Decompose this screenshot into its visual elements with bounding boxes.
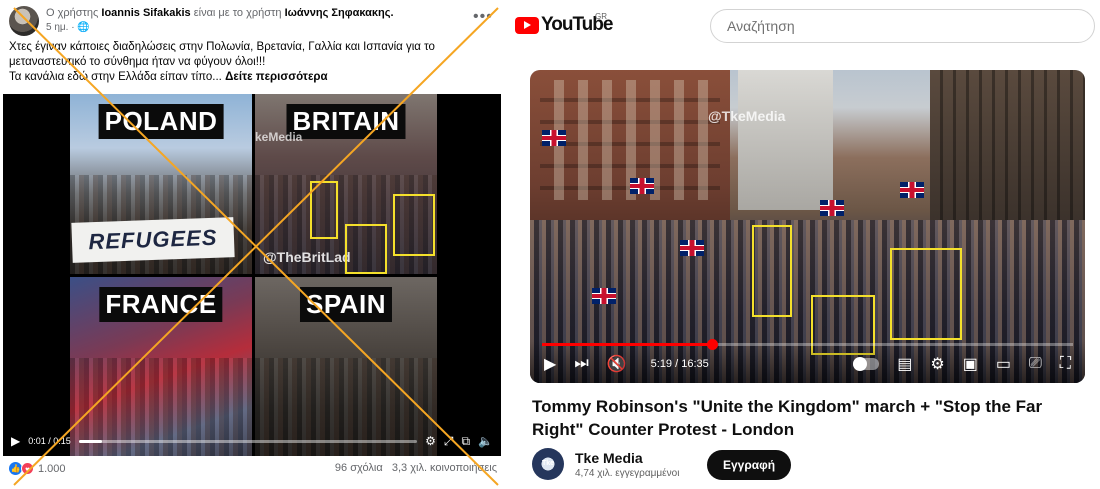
author-prefix: Ο χρήστης — [46, 7, 99, 19]
play-icon[interactable]: ▶ — [544, 354, 556, 374]
youtube-video-player[interactable]: @TkeMedia ▶ ⏭ 🔇 5:19 / 16:35 ▤ ⚙ ▣ ▭ ⎚ ⛶ — [530, 70, 1085, 383]
post-timestamp[interactable]: 5 ημ. · 🌐 — [46, 22, 90, 33]
quadrant-label-britain: BRITAIN — [286, 104, 406, 139]
video-title: Tommy Robinson's "Unite the Kingdom" mar… — [532, 397, 1043, 439]
video-watermark: @TkeMedia — [708, 108, 786, 124]
settings-gear-icon[interactable]: ⚙ — [930, 354, 944, 374]
love-reaction-icon: ♥ — [21, 462, 34, 475]
watermark-thebritlad: @TheBritLad — [263, 249, 351, 265]
subtitles-icon[interactable]: ▤ — [897, 354, 912, 374]
post-text-line: Χτες έγιναν κάποιες διαδηλώσεις στην Πολ… — [9, 41, 435, 53]
more-horizontal-icon[interactable]: ••• — [473, 8, 493, 26]
reactions-summary[interactable]: 👍 ♥ 1.000 — [9, 462, 66, 475]
video-progress-bar[interactable] — [78, 439, 418, 443]
reactions-count: 1.000 — [38, 462, 66, 475]
watermark-tkemedia: keMedia — [255, 130, 303, 144]
tagged-user-link[interactable]: Ιωάννης Σηφακακης. — [285, 7, 394, 19]
highlight-box — [310, 181, 338, 239]
fullscreen-icon[interactable]: ⤢ — [444, 434, 454, 449]
quadrant-label-poland: POLAND — [98, 104, 224, 139]
progress-scrubber-handle[interactable] — [707, 339, 719, 350]
cast-icon[interactable]: ⎚ — [1029, 355, 1042, 373]
channel-avatar[interactable]: Tke — [532, 448, 564, 480]
highlight-box — [345, 224, 387, 274]
theater-mode-icon[interactable]: ▭ — [996, 354, 1011, 374]
post-text-line: μεταναστευτικό το σύνθημα ήταν να φύγουν… — [9, 56, 266, 68]
post-footer: 👍 ♥ 1.000 96 σχόλια 3,3 χιλ. κοινοποιήσε… — [9, 462, 497, 478]
shares-count-link[interactable]: 3,3 χιλ. κοινοποιήσεις — [392, 462, 497, 474]
union-flag — [900, 182, 924, 198]
player-controls-row: ▶ ⏭ 🔇 5:19 / 16:35 ▤ ⚙ ▣ ▭ ⎚ ⛶ — [544, 353, 1071, 375]
post-stats: 96 σχόλια 3,3 χιλ. κοινοποιήσεις — [335, 462, 497, 474]
post-text: Χτες έγιναν κάποιες διαδηλώσεις στην Πολ… — [9, 40, 489, 85]
mute-icon[interactable]: 🔇 — [607, 354, 627, 374]
youtube-play-logo-icon — [515, 16, 539, 34]
subscribe-button[interactable]: Εγγραφή — [707, 450, 792, 480]
search-input[interactable] — [710, 9, 1095, 43]
highlight-box — [752, 225, 792, 317]
facebook-post: Ο χρήστης Ioannis Sifakakis είναι με το … — [0, 0, 505, 489]
subscriber-count: 4,74 χιλ. εγγεγραμμένοι — [575, 468, 680, 479]
with-text: είναι με το χρήστη — [193, 7, 282, 19]
comments-count-link[interactable]: 96 σχόλια — [335, 462, 383, 474]
region-code: GR — [595, 12, 607, 21]
comparison-screenshot: Ο χρήστης Ioannis Sifakakis είναι με το … — [0, 0, 1100, 489]
see-more-link[interactable]: Δείτε περισσότερα — [225, 71, 328, 83]
video-time: 0:01 / 0:15 — [28, 436, 71, 446]
volume-icon[interactable]: 🔈 — [478, 434, 493, 448]
union-flag — [680, 240, 704, 256]
union-flag — [542, 130, 566, 146]
fullscreen-icon[interactable]: ⛶ — [1060, 355, 1071, 373]
video-progress-bar[interactable] — [542, 339, 1073, 350]
quadrant-label-france: FRANCE — [99, 287, 223, 322]
facebook-video-controls: ▶ 0:01 / 0:15 ⚙ ⤢ ⧉ 🔈 — [3, 426, 501, 456]
video-time: 5:19 / 16:35 — [650, 358, 709, 370]
video-quadrant-poland: POLAND REFUGEES — [70, 94, 252, 274]
author-avatar[interactable] — [9, 6, 39, 36]
author-name-link[interactable]: Ioannis Sifakakis — [101, 7, 190, 19]
post-text-line: Τα κανάλια εδώ στην Ελλάδα είπαν τίπο...… — [9, 71, 328, 83]
video-progress-fill — [78, 439, 103, 443]
channel-name-link[interactable]: Tke Media — [575, 450, 643, 466]
youtube-page: YouTube GR @TkeMedia — [505, 0, 1100, 489]
facebook-video-player[interactable]: POLAND REFUGEES BRITAIN keMedia @TheBrit… — [3, 94, 501, 456]
quadrant-label-spain: SPAIN — [299, 287, 393, 322]
refugees-banner: REFUGEES — [71, 217, 235, 263]
youtube-video-controls: ▶ ⏭ 🔇 5:19 / 16:35 ▤ ⚙ ▣ ▭ ⎚ ⛶ — [530, 339, 1085, 383]
video-quadrant-britain: BRITAIN keMedia @TheBritLad — [255, 94, 437, 274]
video-progress-fill — [542, 343, 713, 346]
union-flag — [820, 200, 844, 216]
autoplay-toggle[interactable] — [853, 357, 880, 371]
highlight-box — [890, 248, 962, 340]
pip-icon[interactable]: ⧉ — [461, 434, 470, 449]
post-author-line: Ο χρήστης Ioannis Sifakakis είναι με το … — [46, 7, 394, 19]
highlight-box — [393, 194, 435, 256]
union-flag — [592, 288, 616, 304]
settings-gear-icon[interactable]: ⚙ — [425, 434, 436, 448]
miniplayer-icon[interactable]: ▣ — [963, 354, 978, 374]
union-flag — [630, 178, 654, 194]
next-icon[interactable]: ⏭ — [574, 355, 588, 373]
play-icon[interactable]: ▶ — [11, 434, 20, 448]
